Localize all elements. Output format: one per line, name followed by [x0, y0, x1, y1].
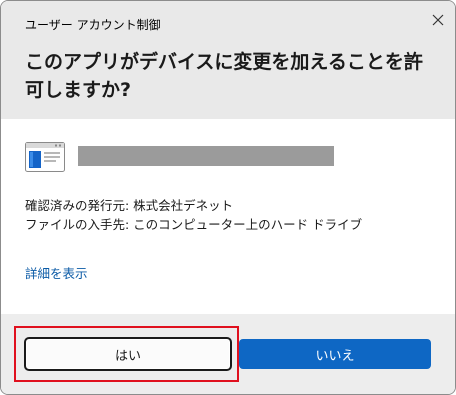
close-button[interactable] [425, 7, 451, 33]
close-icon [432, 14, 444, 26]
no-button[interactable]: いいえ [239, 339, 431, 369]
uac-dialog: ユーザー アカウント制御 このアプリがデバイスに変更を加えることを許可しますか?… [0, 0, 456, 395]
show-details-link[interactable]: 詳細を表示 [25, 263, 88, 282]
publisher-text: 確認済みの発行元: 株式会社デネット [25, 198, 234, 213]
application-window-icon [25, 142, 65, 172]
window-title: ユーザー アカウント制御 [25, 18, 161, 32]
app-info: 確認済みの発行元: 株式会社デネット ファイルの入手先: このコンピューター上の… [25, 196, 362, 234]
highlight-box [14, 326, 239, 382]
file-origin-text: ファイルの入手先: このコンピューター上のハード ドライブ [25, 217, 363, 232]
dialog-header: ユーザー アカウント制御 このアプリがデバイスに変更を加えることを許可しますか? [1, 1, 455, 119]
permission-question: このアプリがデバイスに変更を加えることを許可しますか? [25, 51, 423, 101]
app-name-redacted [78, 146, 334, 166]
